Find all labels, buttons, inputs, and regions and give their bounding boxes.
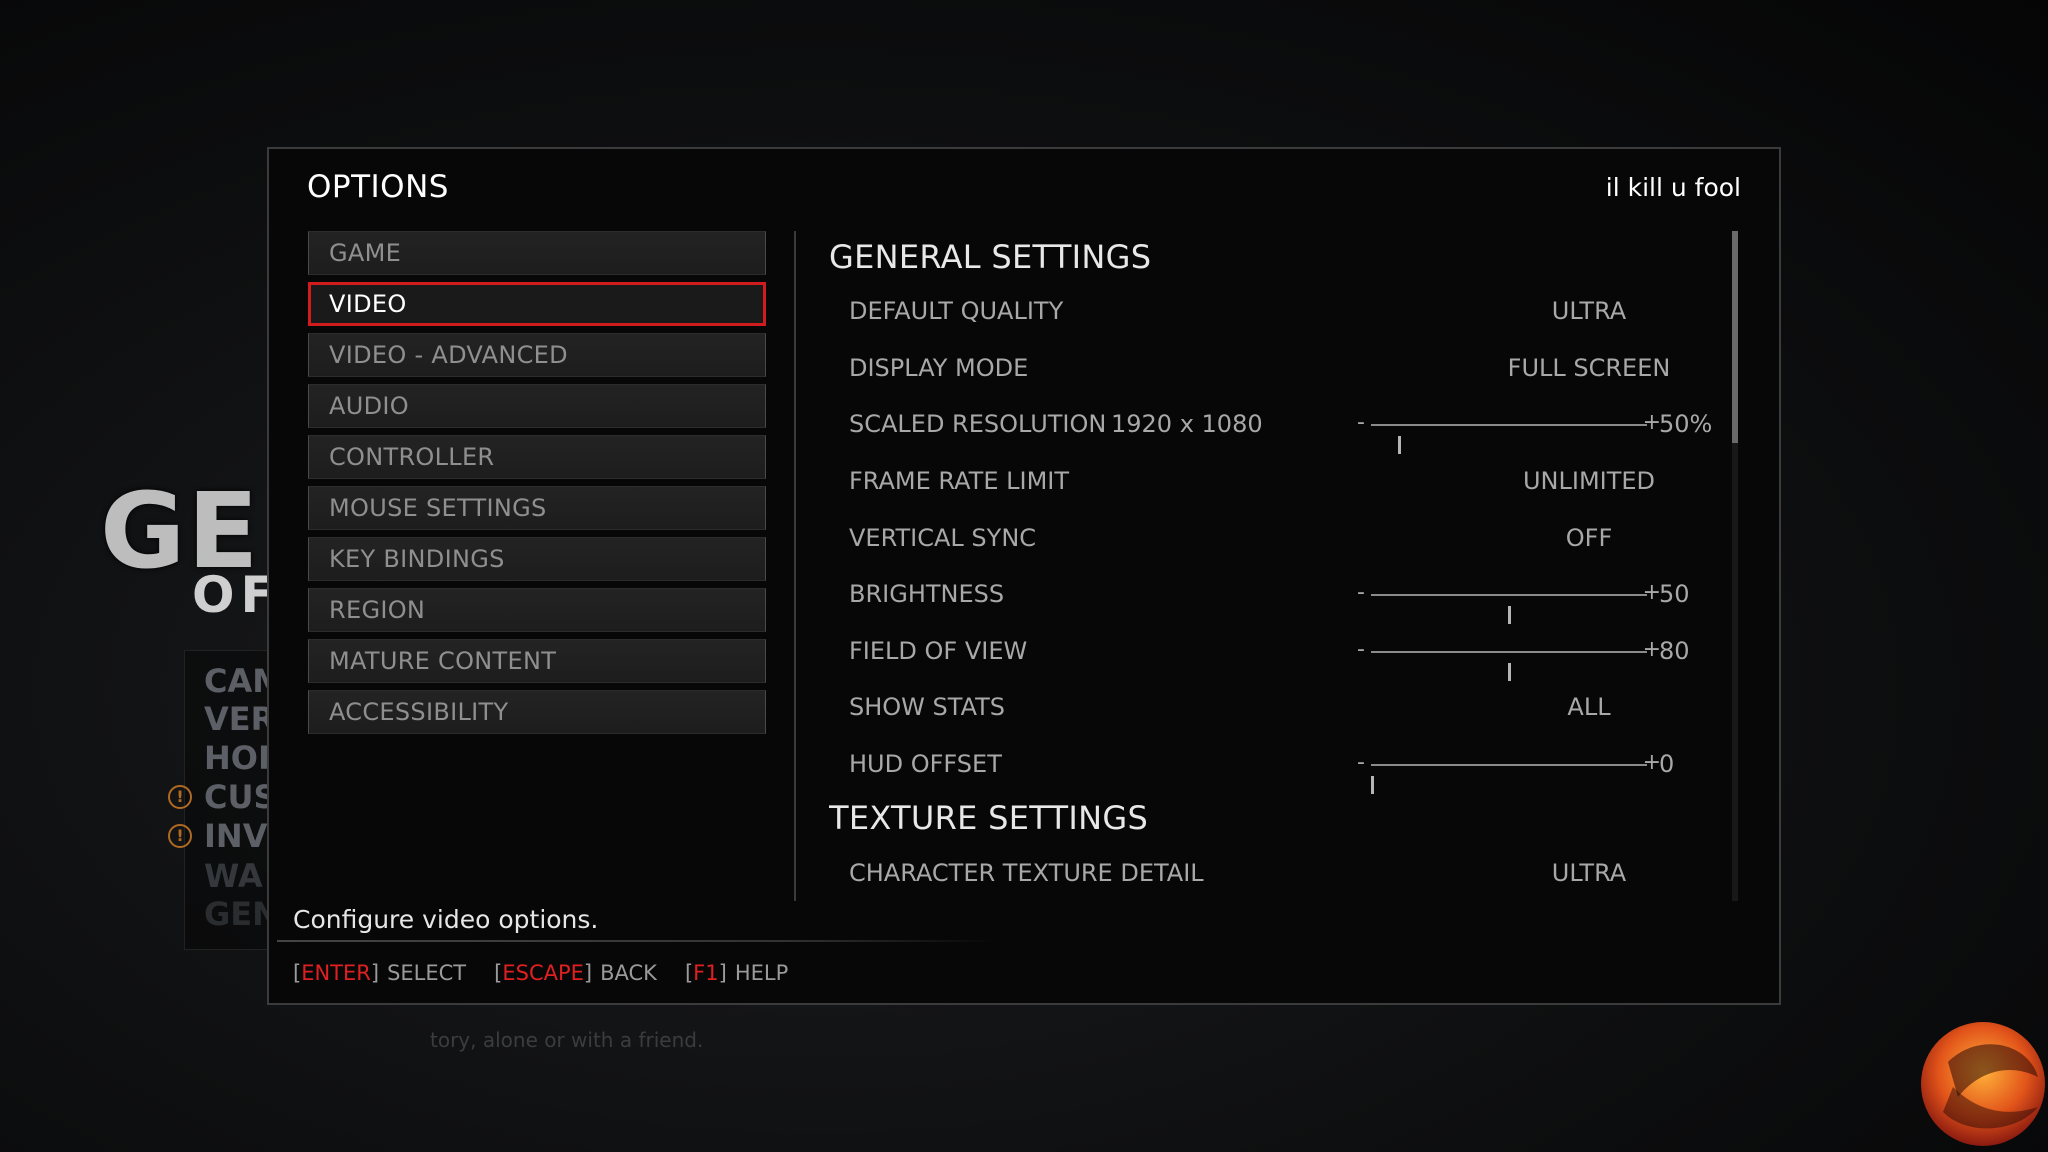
background-caption: tory, alone or with a friend. (430, 1028, 704, 1052)
key-hints: [ENTER] SELECT [ESCAPE] BACK [F1] HELP (293, 961, 788, 985)
nav-item-label: CONTROLLER (329, 443, 495, 471)
field-of-view-slider[interactable]: - + 80 (1357, 631, 1717, 681)
nav-item-video-advanced[interactable]: VIDEO - ADVANCED (308, 333, 766, 377)
key-badge: [F1] (684, 961, 727, 985)
slider-track[interactable] (1371, 593, 1647, 624)
setting-show-stats[interactable]: SHOW STATS ALL (829, 679, 1729, 736)
key-label: ESCAPE (502, 961, 584, 985)
site-logo-icon (1921, 1022, 2045, 1146)
option-description: Configure video options. (293, 905, 599, 934)
setting-label: VERTICAL SYNC (849, 523, 1037, 552)
setting-frame-rate-limit[interactable]: FRAME RATE LIMIT UNLIMITED (829, 453, 1729, 510)
nav-item-label: REGION (329, 596, 426, 624)
page-title: OPTIONS (307, 169, 449, 205)
slider-track[interactable] (1371, 424, 1647, 455)
nav-item-label: MOUSE SETTINGS (329, 494, 547, 522)
nav-item-key-bindings[interactable]: KEY BINDINGS (308, 537, 766, 581)
setting-label: SCALED RESOLUTION (849, 410, 1107, 439)
hint-f1-help[interactable]: [F1] HELP (685, 961, 788, 985)
slider-minus[interactable]: - (1357, 410, 1365, 435)
nav-item-mature-content[interactable]: MATURE CONTENT (308, 639, 766, 683)
setting-label: CHARACTER TEXTURE DETAIL (849, 858, 1204, 887)
background-menu-item: CUS (204, 778, 277, 816)
key-label: ENTER (301, 961, 371, 985)
setting-default-quality[interactable]: DEFAULT QUALITY ULTRA (829, 283, 1729, 340)
nav-item-audio[interactable]: AUDIO (308, 384, 766, 428)
hint-escape-back[interactable]: [ESCAPE] BACK (494, 961, 657, 985)
setting-label: SHOW STATS (849, 693, 1006, 722)
nav-item-label: VIDEO - ADVANCED (329, 341, 568, 369)
setting-value[interactable]: FULL SCREEN (1409, 354, 1729, 382)
settings-scrollbar[interactable] (1732, 231, 1738, 901)
nav-item-controller[interactable]: CONTROLLER (308, 435, 766, 479)
slider-thumb[interactable] (1398, 436, 1401, 455)
nav-item-region[interactable]: REGION (308, 588, 766, 632)
hint-enter-select[interactable]: [ENTER] SELECT (293, 961, 466, 985)
slider-minus[interactable]: - (1357, 637, 1365, 662)
brightness-slider[interactable]: - + 50 (1357, 574, 1717, 624)
setting-value[interactable]: UNLIMITED (1409, 467, 1729, 495)
nav-item-label: AUDIO (329, 392, 409, 420)
warning-icon: ! (168, 785, 192, 809)
settings-list: GENERAL SETTINGS DEFAULT QUALITY ULTRA D… (829, 231, 1729, 901)
setting-scaled-resolution[interactable]: SCALED RESOLUTION 1920 x 1080 - + 50% (829, 396, 1729, 455)
nav-item-label: ACCESSIBILITY (329, 698, 509, 726)
key-badge: [ENTER] (293, 961, 380, 985)
setting-label: HUD OFFSET (849, 750, 1002, 779)
scaled-resolution-slider[interactable]: - + 50% (1357, 404, 1717, 455)
slider-thumb[interactable] (1508, 662, 1511, 681)
section-title-texture: TEXTURE SETTINGS (829, 799, 1149, 838)
nav-item-label: GAME (329, 239, 402, 267)
setting-character-texture-detail[interactable]: CHARACTER TEXTURE DETAIL ULTRA (829, 844, 1729, 901)
setting-label: FIELD OF VIEW (849, 636, 1028, 665)
key-label: F1 (693, 961, 719, 985)
slider-value: 0 (1659, 749, 1675, 778)
nav-item-accessibility[interactable]: ACCESSIBILITY (308, 690, 766, 734)
setting-label: DEFAULT QUALITY (849, 297, 1064, 326)
slider-minus[interactable]: - (1357, 750, 1365, 775)
setting-display-mode[interactable]: DISPLAY MODE FULL SCREEN (829, 340, 1729, 397)
warning-icon: ! (168, 824, 192, 848)
setting-vertical-sync[interactable]: VERTICAL SYNC OFF (829, 509, 1729, 566)
slider-value: 50 (1659, 579, 1690, 608)
footer-divider (277, 940, 997, 942)
setting-label: FRAME RATE LIMIT (849, 467, 1070, 496)
background-menu-item: WA (204, 857, 263, 895)
slider-track[interactable] (1371, 650, 1647, 681)
scrollbar-thumb[interactable] (1732, 231, 1738, 443)
options-category-nav: GAME VIDEO VIDEO - ADVANCED AUDIO CONTRO… (308, 231, 766, 741)
setting-value[interactable]: ALL (1409, 693, 1729, 721)
hint-action: HELP (734, 961, 789, 985)
slider-track[interactable] (1371, 763, 1647, 794)
key-badge: [ESCAPE] (494, 961, 593, 985)
setting-value[interactable]: OFF (1409, 524, 1729, 552)
setting-value[interactable]: ULTRA (1409, 859, 1729, 887)
slider-value: 50% (1659, 410, 1713, 439)
nav-item-label: VIDEO (329, 290, 407, 318)
options-panel: OPTIONS il kill u fool GAME VIDEO VIDEO … (267, 147, 1781, 1005)
nav-item-label: KEY BINDINGS (329, 545, 505, 573)
nav-item-video[interactable]: VIDEO (308, 282, 766, 326)
slider-thumb[interactable] (1371, 775, 1374, 794)
panel-divider (794, 231, 796, 901)
setting-brightness[interactable]: BRIGHTNESS - + 50 (829, 566, 1729, 624)
setting-value[interactable]: ULTRA (1409, 297, 1729, 325)
username-label: il kill u fool (1605, 173, 1741, 202)
slider-minus[interactable]: - (1357, 580, 1365, 605)
setting-field-of-view[interactable]: FIELD OF VIEW - + 80 (829, 623, 1729, 681)
hud-offset-slider[interactable]: - + 0 (1357, 744, 1717, 794)
setting-label: BRIGHTNESS (849, 580, 1005, 609)
setting-label: DISPLAY MODE (849, 353, 1029, 382)
background-menu-item: INV (204, 817, 268, 855)
slider-thumb[interactable] (1508, 605, 1511, 624)
resolution-readout: 1920 x 1080 (1111, 410, 1263, 439)
hint-action: BACK (600, 961, 657, 985)
nav-item-game[interactable]: GAME (308, 231, 766, 275)
section-title-general: GENERAL SETTINGS (829, 238, 1152, 276)
hint-action: SELECT (387, 961, 467, 985)
nav-item-mouse-settings[interactable]: MOUSE SETTINGS (308, 486, 766, 530)
slider-value: 80 (1659, 636, 1690, 665)
nav-item-label: MATURE CONTENT (329, 647, 557, 675)
setting-hud-offset[interactable]: HUD OFFSET - + 0 (829, 736, 1729, 794)
